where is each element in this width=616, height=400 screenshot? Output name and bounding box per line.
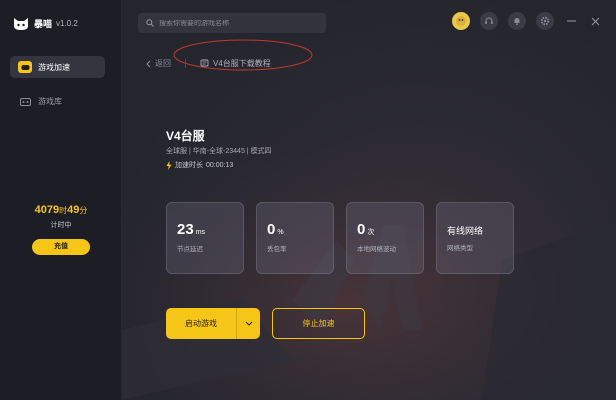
lightning-icon [166,160,172,170]
back-button[interactable]: 返回 [146,58,171,69]
close-icon[interactable] [588,12,602,30]
gamepad-icon [18,61,32,73]
recharge-button[interactable]: 充值 [32,239,90,255]
app-logo: 暴喵 v1.0.2 [12,14,78,32]
user-avatar[interactable] [452,12,470,30]
stat-card-network-fluctuation: 0次 本地网络波动 [346,202,424,274]
game-title: V4台服 [166,129,205,143]
sidebar-item-game-library[interactable]: 游戏库 [10,90,105,112]
top-icons [452,12,602,30]
red-annotation-ellipse [173,39,313,71]
remaining-time: 4079时49分 [34,204,88,216]
main-panel: 返回 V4台服下载教程 V4台服 全球服 | 华南-全球-23445 | 模式四… [122,0,616,400]
stat-card-latency: 23 ms 节点延迟 [166,202,244,274]
stat-card-network-type: 有线网络 网络类型 [436,202,514,274]
sidebar-item-label: 游戏库 [38,96,62,106]
sidebar-item-game-accelerate[interactable]: 游戏加速 [10,56,105,78]
timer-status: 计时中 [50,222,72,229]
customer-service-icon[interactable] [480,12,498,30]
stop-acceleration-button[interactable]: 停止加速 [272,308,365,339]
server-info: 全球服 | 华南-全球-23445 | 模式四 [166,148,272,155]
chevron-left-icon [146,60,151,67]
sidebar-item-label: 游戏加速 [38,62,70,72]
cat-logo-icon [14,18,28,30]
stat-card-packet-loss: 0% 丢包率 [256,202,334,274]
chevron-down-icon[interactable] [236,308,260,339]
acceleration-duration: 加速时长 00:00:13 [166,160,233,170]
minimize-icon[interactable] [564,12,578,30]
search-input[interactable] [159,19,319,27]
bell-icon[interactable] [508,12,526,30]
sidebar: 暴喵 v1.0.2 游戏加速 游戏库 4079时49分 计时中 充值 [0,0,122,400]
start-game-button[interactable]: 启动游戏 [166,308,260,339]
app-version: v1.0.2 [56,18,78,28]
timer-panel: 4079时49分 计时中 充值 [0,204,122,255]
app-name: 暴喵 [34,18,53,29]
start-game-label: 启动游戏 [185,319,217,328]
search-icon [146,19,154,27]
gear-icon[interactable] [536,12,554,30]
search-box[interactable] [138,13,326,33]
game-library-icon [18,95,32,107]
